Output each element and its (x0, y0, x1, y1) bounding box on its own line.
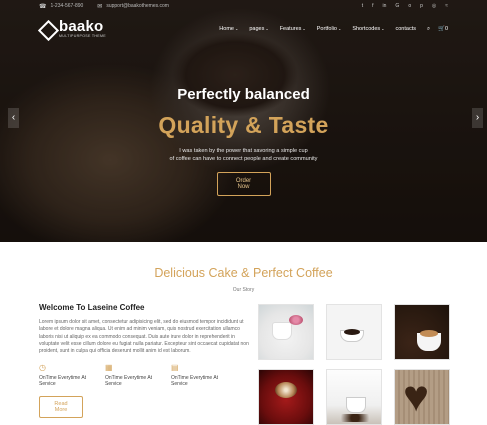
hero-title: Quality & Taste (158, 112, 329, 138)
gallery-latte-beans[interactable] (394, 304, 450, 360)
welcome-text: Lorem ipsum dolor sit amet, consectetur … (39, 319, 249, 355)
hero-content: Perfectly balanced Quality & Taste I was… (0, 86, 487, 196)
chevron-down-icon: ⌄ (337, 26, 342, 31)
chevron-down-icon: ⌄ (302, 26, 306, 31)
welcome-title: Welcome To Laseine Coffee (39, 303, 145, 312)
google-plus-icon[interactable]: G (395, 3, 399, 9)
about-heading: Delicious Cake & Perfect Coffee Our Stor… (0, 266, 487, 293)
top-bar: ☎ 1-234-567-890 ✉ support@baakothemes.co… (0, 0, 487, 12)
order-now-button[interactable]: Order Now (216, 172, 271, 196)
hero-description: I was taken by the power that savoring a… (0, 147, 487, 163)
phone-contact[interactable]: ☎ 1-234-567-890 (39, 3, 83, 10)
github-icon[interactable]: o (408, 3, 411, 9)
feature-label: OnTime Everytime At Service (39, 375, 87, 388)
phone-number: 1-234-567-890 (50, 3, 84, 9)
gallery-mug-flowers[interactable] (258, 304, 314, 360)
phone-icon: ☎ (39, 3, 47, 10)
site-logo[interactable]: baako MULTIPURPOSE THEME (39, 18, 106, 38)
gallery-bean-heart[interactable] (394, 369, 450, 425)
facebook-icon[interactable]: f (372, 3, 373, 9)
rss-icon[interactable]: ≈ (445, 3, 448, 9)
features-row: ◷ OnTime Everytime At Service ▦ OnTime Ev… (39, 363, 253, 387)
nav-item-pages[interactable]: pages⌄ (249, 26, 268, 32)
section-title: Delicious Cake & Perfect Coffee (154, 266, 333, 280)
feature-item: ◷ OnTime Everytime At Service (39, 363, 105, 387)
hero-desc-line: I was taken by the power that savoring a… (179, 148, 308, 154)
calendar-icon: ▦ (105, 363, 113, 373)
nav-item-shortcodes[interactable]: Shortcodes⌄ (352, 26, 384, 32)
grid-icon: ▤ (171, 363, 179, 373)
feature-item: ▦ OnTime Everytime At Service (105, 363, 171, 387)
cart-count: 0 (444, 26, 448, 32)
chevron-down-icon: ⌄ (234, 26, 239, 31)
logo-tagline: MULTIPURPOSE THEME (59, 34, 106, 38)
nav-item-home[interactable]: Home⌄ (219, 26, 238, 32)
menu: Home⌄ pages⌄ Features⌄ Portfolio⌄ Shortc… (208, 26, 448, 33)
gallery-steaming-cup[interactable] (326, 369, 382, 425)
search-icon[interactable]: ⌕ (427, 26, 430, 33)
nav-item-features[interactable]: Features⌄ (280, 26, 306, 32)
logo-diamond-icon (39, 21, 55, 37)
feature-label: OnTime Everytime At Service (105, 375, 153, 388)
cart-button[interactable]: 🛒0 (438, 26, 448, 32)
twitter-icon[interactable]: t (362, 3, 363, 9)
nav-item-portfolio[interactable]: Portfolio⌄ (317, 26, 342, 32)
main-navigation: baako MULTIPURPOSE THEME Home⌄ pages⌄ Fe… (0, 16, 487, 42)
gallery-cappuccino-red[interactable] (258, 369, 314, 425)
chevron-down-icon: ⌄ (265, 26, 269, 31)
read-more-button[interactable]: Read More (39, 396, 83, 419)
chevron-down-icon: ⌄ (381, 26, 385, 31)
gallery-espresso-cup[interactable] (326, 304, 382, 360)
hero-subtitle: Perfectly balanced (177, 86, 310, 103)
feature-item: ▤ OnTime Everytime At Service (171, 363, 237, 387)
pinterest-icon[interactable]: p (420, 3, 423, 9)
section-subtitle: Our Story (232, 287, 255, 293)
instagram-icon[interactable]: ◎ (432, 3, 436, 9)
mail-icon: ✉ (97, 3, 103, 10)
logo-name: baako (59, 18, 104, 35)
social-links: t f in G o p ◎ ≈ (353, 3, 448, 9)
feature-label: OnTime Everytime At Service (171, 375, 219, 388)
clock-icon: ◷ (39, 363, 46, 373)
hero-banner: ☎ 1-234-567-890 ✉ support@baakothemes.co… (0, 0, 487, 242)
nav-item-contacts[interactable]: contacts (396, 26, 416, 32)
hero-desc-line: of coffee can have to connect people and… (169, 156, 318, 162)
linkedin-icon[interactable]: in (383, 3, 387, 9)
gallery-grid (258, 304, 450, 425)
about-text-column: Welcome To Laseine Coffee Lorem ipsum do… (39, 303, 253, 419)
email-address: support@baakothemes.com (106, 3, 169, 9)
email-contact[interactable]: ✉ support@baakothemes.com (97, 3, 169, 10)
